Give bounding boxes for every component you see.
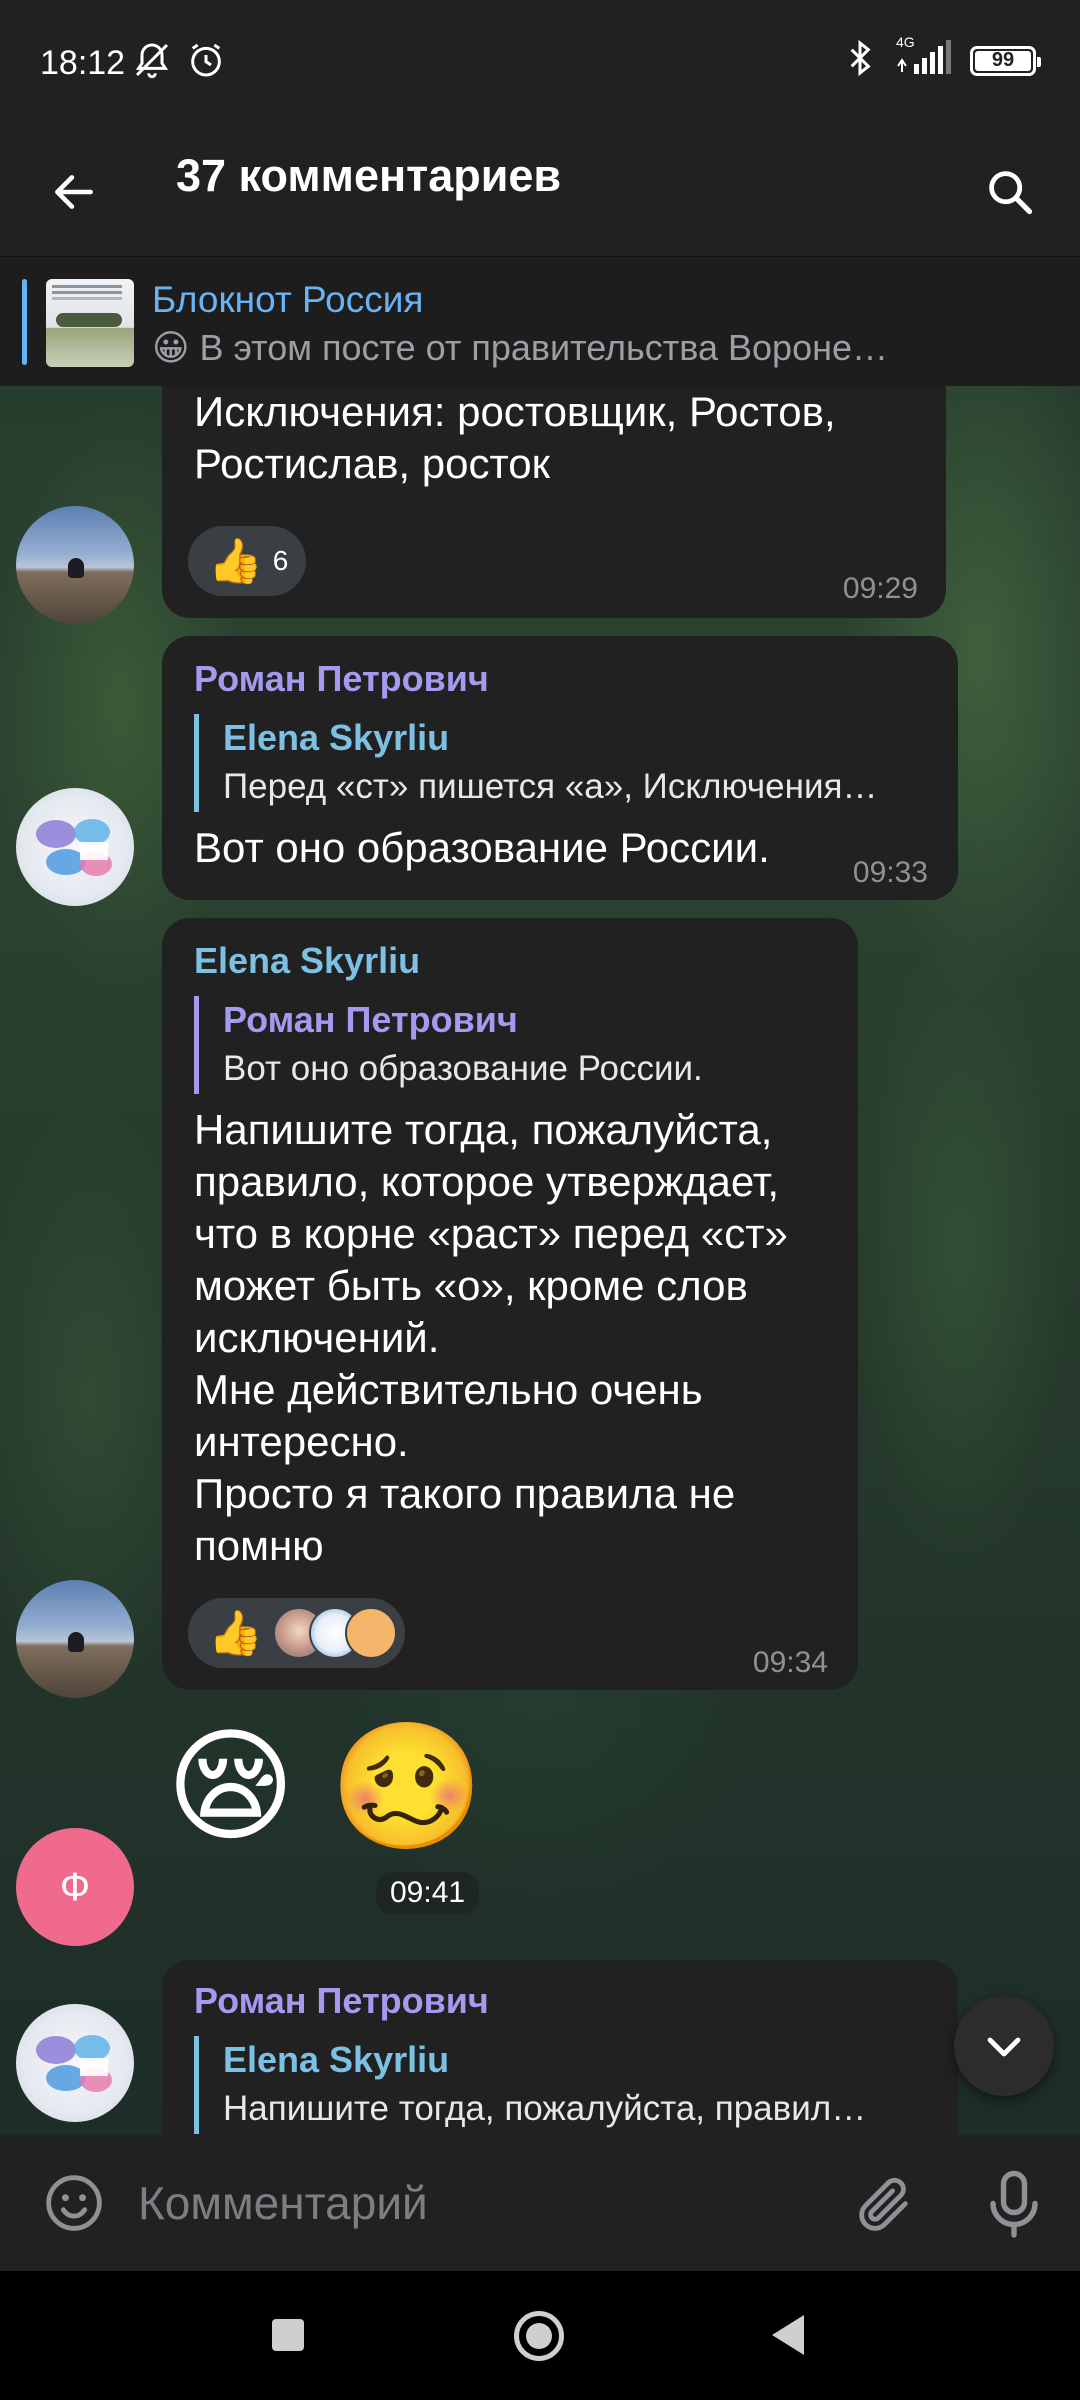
avatar[interactable]: [16, 788, 134, 906]
reply-quote[interactable]: Elena Skyrliu Перед «ст» пишется «а», Ис…: [194, 714, 934, 812]
reaction-chip[interactable]: 👍 6: [188, 526, 307, 596]
smiley-icon: [46, 2175, 102, 2231]
reaction-count: 6: [272, 545, 289, 576]
avatar-letter: Ф: [59, 1864, 91, 1909]
battery-icon: 99: [970, 45, 1041, 76]
avatar[interactable]: [16, 506, 134, 624]
message-time: 09:29: [842, 572, 918, 605]
chevron-down-icon: [987, 2037, 1021, 2057]
pinned-post[interactable]: Блокнот Россия 😀 В этом посте от правите…: [0, 256, 1080, 386]
pinned-thumbnail: [46, 279, 134, 367]
avatar[interactable]: [16, 1580, 134, 1698]
pinned-channel-name: Блокнот Россия: [152, 279, 424, 320]
message-bubble[interactable]: Elena Skyrliu Роман Петрович Вот оно обр…: [162, 918, 858, 1690]
paperclip-icon: [859, 2177, 908, 2231]
reply-author: Elena Skyrliu: [223, 2039, 450, 2080]
bell-off-icon: [132, 40, 172, 85]
sender-name[interactable]: Elena Skyrliu: [194, 940, 834, 982]
sender-name[interactable]: Роман Петрович: [194, 1980, 934, 2022]
reply-quote[interactable]: Elena Skyrliu Напишите тогда, пожалуйста…: [194, 2036, 934, 2134]
status-bar: 18:12 4G 99: [0, 0, 1080, 128]
avatar[interactable]: [16, 2004, 134, 2122]
reply-text: Перед «ст» пишется «а», Исключения…: [223, 767, 878, 806]
reply-author: Роман Петрович: [223, 999, 518, 1040]
system-back-button[interactable]: [772, 2315, 804, 2355]
message-time: 09:33: [852, 856, 928, 889]
pinned-indicator: [22, 279, 27, 365]
battery-level: 99: [991, 49, 1015, 71]
reply-quote[interactable]: Роман Петрович Вот оно образование Росси…: [194, 996, 834, 1094]
thumbs-up-icon: 👍: [208, 1609, 263, 1658]
pinned-emoji: 😀: [152, 327, 190, 368]
attach-button[interactable]: [846, 2167, 922, 2243]
pinned-preview-text: В этом посте от правительства Вороне…: [199, 327, 888, 368]
reply-author: Elena Skyrliu: [223, 717, 450, 758]
hands-logo-icon: [36, 2035, 112, 2092]
message-text: Исключения: ростовщик, Ростов, Ростислав…: [194, 388, 836, 487]
system-nav-bar: [0, 2271, 1080, 2400]
search-button[interactable]: [970, 152, 1050, 232]
page-title: 37 комментариев: [176, 150, 562, 201]
network-type: 4G: [896, 34, 915, 50]
bluetooth-icon: [846, 38, 874, 83]
back-button[interactable]: [36, 154, 112, 230]
emoji-message[interactable]: 😪 🥴: [166, 1712, 486, 1862]
pinned-preview: 😀 В этом посте от правительства Вороне…: [152, 327, 972, 369]
voice-button[interactable]: [976, 2165, 1052, 2245]
emoji-button[interactable]: [38, 2167, 110, 2239]
message-text: Вот оно образование России.: [194, 824, 770, 871]
comment-bar: [0, 2135, 1080, 2271]
message-bubble[interactable]: Роман Петрович Elena Skyrliu Напишите то…: [162, 1960, 958, 2135]
message-bubble[interactable]: Исключения: ростовщик, Ростов, Ростислав…: [162, 386, 946, 618]
arrow-left-icon: [55, 175, 93, 209]
search-icon: [989, 171, 1033, 215]
reply-text: Вот оно образование России.: [223, 1049, 703, 1088]
home-button[interactable]: [514, 2311, 564, 2361]
sender-name[interactable]: Роман Петрович: [194, 658, 934, 700]
status-time: 18:12: [40, 44, 126, 82]
emoji-content: 😪 🥴: [166, 1718, 485, 1856]
alarm-icon: [186, 40, 226, 85]
reactor-avatar: [344, 1607, 397, 1659]
scroll-down-button[interactable]: [954, 1996, 1054, 2096]
message-time: 09:34: [752, 1646, 828, 1679]
signal-icon: 4G: [892, 34, 952, 81]
thumbs-up-icon: 👍: [208, 537, 263, 586]
message-text: Напишите тогда, пожалуйста, правило, кот…: [194, 1106, 788, 1569]
message-bubble[interactable]: Роман Петрович Elena Skyrliu Перед «ст» …: [162, 636, 958, 900]
avatar[interactable]: Ф: [16, 1828, 134, 1946]
microphone-icon: [990, 2170, 1038, 2238]
recents-button[interactable]: [272, 2319, 304, 2351]
hands-logo-icon: [36, 819, 112, 876]
comment-input[interactable]: [138, 2169, 778, 2237]
message-time: 09:41: [376, 1872, 480, 1914]
reply-text: Напишите тогда, пожалуйста, правил…: [223, 2089, 867, 2128]
reaction-chip[interactable]: 👍: [188, 1598, 405, 1668]
